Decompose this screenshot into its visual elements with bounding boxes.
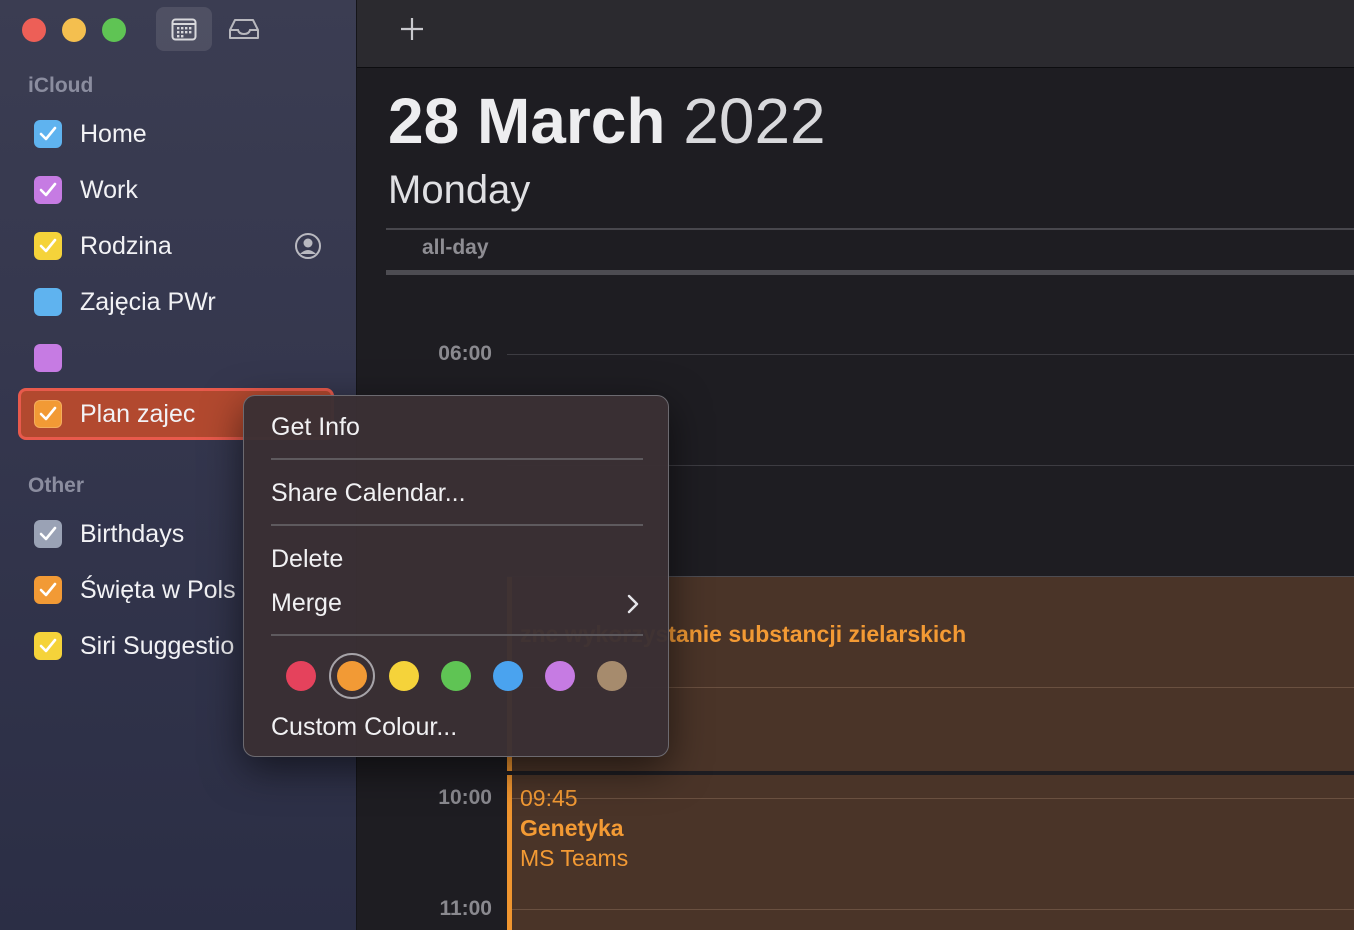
checkbox[interactable]	[34, 344, 62, 372]
divider	[386, 228, 1354, 230]
checkbox[interactable]	[34, 176, 62, 204]
inbox-button[interactable]	[216, 7, 272, 51]
checkbox[interactable]	[34, 400, 62, 428]
hour-line	[512, 909, 1354, 910]
event-title: Genetyka	[520, 815, 624, 841]
calendar-item-work[interactable]: Work	[18, 164, 334, 216]
checkmark-icon	[39, 582, 57, 597]
window-zoom-button[interactable]	[102, 18, 126, 42]
menu-item-custom-colour[interactable]: Custom Colour...	[271, 713, 457, 742]
all-day-label: all-day	[422, 236, 489, 259]
menu-separator	[271, 524, 643, 526]
calendar-label: Siri Suggestio	[80, 631, 235, 660]
calendar-label: Birthdays	[80, 519, 185, 548]
calendar-item-home[interactable]: Home	[18, 108, 334, 160]
hour-label: 11:00	[439, 897, 492, 920]
menu-separator	[271, 634, 643, 636]
checkbox[interactable]	[34, 576, 62, 604]
checkmark-icon	[39, 238, 57, 253]
hour-line	[507, 354, 1354, 355]
toolbar	[357, 0, 1354, 68]
add-event-button[interactable]	[397, 14, 427, 44]
color-swatch-purple[interactable]	[545, 661, 575, 691]
divider	[386, 270, 1354, 275]
date-title: 28 March 2022	[388, 84, 826, 158]
calendar-label: Home	[80, 119, 147, 148]
hour-label: 10:00	[438, 786, 492, 809]
context-menu: Get Info Share Calendar... Delete Merge …	[243, 395, 669, 757]
checkbox[interactable]	[34, 232, 62, 260]
calendar-icon	[171, 18, 197, 41]
menu-item-delete[interactable]: Delete	[271, 545, 343, 574]
checkbox[interactable]	[34, 120, 62, 148]
shared-person-icon[interactable]	[294, 232, 322, 260]
section-label-icloud: iCloud	[28, 74, 94, 97]
calendar-label: Rodzina	[80, 231, 172, 260]
window-minimize-button[interactable]	[62, 18, 86, 42]
hour-label: 06:00	[438, 342, 492, 365]
color-swatch-yellow[interactable]	[389, 661, 419, 691]
section-label-other: Other	[28, 474, 85, 497]
color-swatch-orange[interactable]	[337, 661, 367, 691]
menu-item-share-calendar[interactable]: Share Calendar...	[271, 479, 466, 508]
menu-item-merge[interactable]: Merge	[271, 589, 342, 618]
chevron-right-icon	[627, 594, 639, 614]
calendar-item-unnamed[interactable]	[18, 332, 334, 384]
event-block[interactable]: 09:45 Genetyka MS Teams	[507, 775, 1354, 930]
color-swatch-green[interactable]	[441, 661, 471, 691]
calendar-label: Zajęcia PWr	[80, 287, 216, 316]
inbox-icon	[229, 19, 259, 39]
event-location: MS Teams	[520, 845, 629, 871]
weekday-label: Monday	[388, 168, 531, 212]
color-swatch-red[interactable]	[286, 661, 316, 691]
menu-item-get-info[interactable]: Get Info	[271, 413, 360, 442]
checkbox[interactable]	[34, 288, 62, 316]
checkmark-icon	[39, 638, 57, 653]
calendar-label: Plan zajec	[80, 399, 196, 428]
menu-separator	[271, 458, 643, 460]
date-year: 2022	[683, 85, 826, 157]
event-time: 09:45	[520, 785, 578, 811]
window-close-button[interactable]	[22, 18, 46, 42]
checkmark-icon	[39, 182, 57, 197]
checkmark-icon	[39, 126, 57, 141]
calendar-item-rodzina[interactable]: Rodzina	[18, 220, 334, 272]
checkmark-icon	[39, 526, 57, 541]
checkbox[interactable]	[34, 520, 62, 548]
color-swatch-brown[interactable]	[597, 661, 627, 691]
color-swatch-blue[interactable]	[493, 661, 523, 691]
calendar-label: Work	[80, 175, 138, 204]
checkbox[interactable]	[34, 632, 62, 660]
calendar-item-zajecia-pwr[interactable]: Zajęcia PWr	[18, 276, 334, 328]
checkmark-icon	[39, 406, 57, 421]
calendar-list-toggle-button[interactable]	[156, 7, 212, 51]
date-day-month: 28 March	[388, 85, 666, 157]
hour-line	[512, 798, 1354, 799]
calendar-label: Święta w Pols	[80, 575, 236, 604]
